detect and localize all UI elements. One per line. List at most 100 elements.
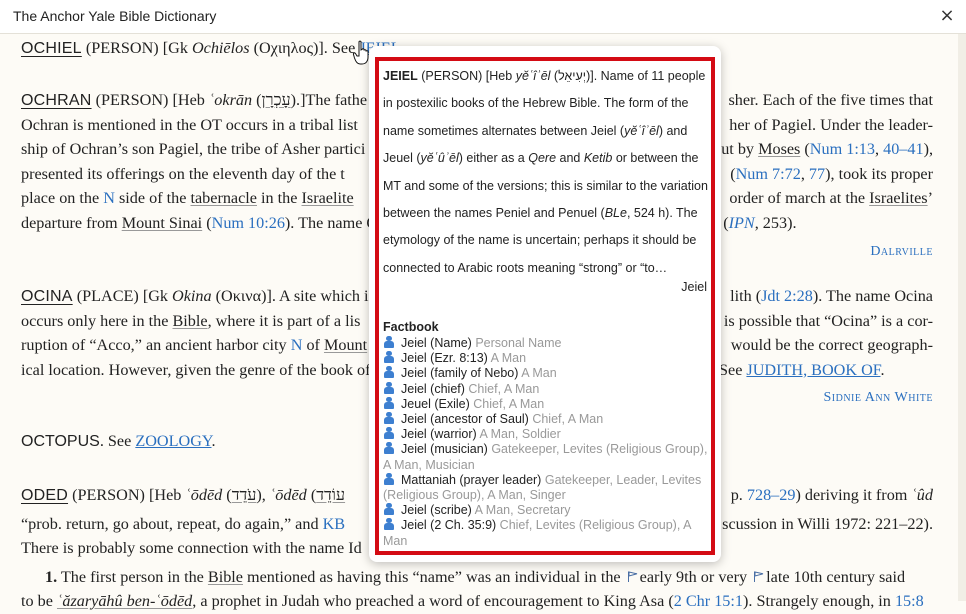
ref-77[interactable]: 77 xyxy=(809,165,825,183)
term-mount-sinai[interactable]: Mount Sinai xyxy=(122,214,203,232)
text-span: ical location. However, given the genre … xyxy=(21,360,371,379)
person-icon xyxy=(383,336,395,348)
fact-name: Jeiel (Name) xyxy=(401,336,472,350)
fact-name: Jeiel (family of Nebo) xyxy=(401,366,519,381)
text-span: ), xyxy=(256,486,270,504)
hebrew-root: ʿûd xyxy=(911,486,933,504)
popup-signature: Jeiel xyxy=(681,280,707,294)
map-link-north[interactable]: N xyxy=(291,336,303,354)
factbook-item[interactable]: Jeiel (family of Nebo) A Man xyxy=(383,366,709,381)
ref-num-7-72[interactable]: Num 7:72 xyxy=(736,165,801,183)
entry-type: (PERSON) xyxy=(95,91,169,109)
term-bible[interactable]: Bible xyxy=(208,568,243,586)
term-tabernacle[interactable]: tabernacle xyxy=(190,189,257,207)
text-span: is possible that “Ocina” is a cor- xyxy=(723,311,933,330)
factbook-item[interactable]: Jeiel (musician) Gatekeeper, Levites (Re… xyxy=(383,442,709,472)
hand-cursor-icon xyxy=(352,40,369,65)
term-israelite[interactable]: Israelite xyxy=(302,189,354,207)
factbook-item[interactable]: Jeiel (warrior) A Man, Soldier xyxy=(383,427,709,442)
text-span: )]. A site which is xyxy=(261,287,375,305)
popup-preview[interactable]: JEIEL (PERSON) [Heb yĕʿîʾēl (יְעִיאֵל)].… xyxy=(369,46,721,562)
popup-headword: JEIEL xyxy=(383,69,418,83)
person-icon xyxy=(383,381,395,394)
text-span: “prob. return, go about, repeat, do agai… xyxy=(21,514,323,533)
person-icon xyxy=(383,351,395,364)
text-span: scussion in Willi 1972: 221–22). xyxy=(722,514,933,533)
factbook-item[interactable]: Jeiel (scribe) A Man, Secretary xyxy=(383,503,709,518)
text-span: Ochran is mentioned in the OT occurs in … xyxy=(21,115,358,134)
ref-num-40-41[interactable]: 40–41 xyxy=(883,140,923,158)
title-bar: The Anchor Yale Bible Dictionary × xyxy=(0,0,966,34)
ref-num-10-26[interactable]: Num 10:26 xyxy=(212,214,285,232)
hebrew-transliteration: yĕʿîʾēl xyxy=(624,123,659,138)
ref-728-29[interactable]: 728–29 xyxy=(747,486,796,504)
window-title: The Anchor Yale Bible Dictionary xyxy=(13,8,217,24)
text-span: side of the xyxy=(114,189,191,207)
fact-desc: A Man, Soldier xyxy=(479,427,561,442)
close-icon[interactable]: × xyxy=(936,5,958,27)
ref-jdt-2-28[interactable]: Jdt 2:28 xyxy=(761,287,813,305)
factbook-item[interactable]: Jeiel (chief) Chief, A Man xyxy=(383,381,709,397)
map-link-north[interactable]: N xyxy=(103,189,115,207)
text-span: . xyxy=(211,432,216,450)
fact-name: Jeiel (scribe) xyxy=(401,503,472,518)
person-icon xyxy=(383,396,395,409)
term-mount[interactable]: Mount xyxy=(324,336,367,354)
text-span: in the xyxy=(256,189,302,207)
transliteration-phrase[interactable]: ʿăzaryāhû ben-ʿōdēd xyxy=(57,592,192,610)
factbook-item[interactable]: Mattaniah (prayer leader) Gatekeeper, Le… xyxy=(383,472,709,503)
term-moses[interactable]: Moses xyxy=(758,140,800,158)
ref-ipn[interactable]: IPN xyxy=(729,214,755,232)
see-link-judith[interactable]: JUDITH, BOOK OF xyxy=(746,361,880,379)
text-span: ) deriving it from xyxy=(795,486,912,504)
ref-ble: BLe xyxy=(604,206,627,221)
see-link-zoology[interactable]: ZOOLOGY xyxy=(135,432,211,450)
person-icon xyxy=(383,442,395,455)
flag-icon[interactable] xyxy=(627,570,638,582)
flag-icon[interactable] xyxy=(753,570,764,582)
popup-highlight-frame: JEIEL (PERSON) [Heb yĕʿîʾēl (יְעִיאֵל)].… xyxy=(375,57,715,555)
text-span: ( xyxy=(252,91,262,109)
factbook-item[interactable]: Jeiel (ancestor of Saul) Chief, A Man xyxy=(383,412,709,427)
author-signature[interactable]: Dalrville xyxy=(870,240,933,265)
text-span: ( xyxy=(211,287,222,305)
term-israelites[interactable]: Israelites xyxy=(869,189,927,207)
fact-name: Jeiel (chief) xyxy=(401,381,465,396)
text-span: ). Strangely enough, in xyxy=(742,592,895,610)
text-span: , a prophet in Judah who preached a word… xyxy=(192,592,674,610)
headword-octopus: OCTOPUS xyxy=(21,433,100,450)
term-bible[interactable]: Bible xyxy=(172,312,207,330)
fact-name: Jeiel (musician) xyxy=(401,442,488,457)
person-icon xyxy=(383,412,395,425)
fact-name: Jeuel (Exile) xyxy=(401,396,470,411)
fact-desc: A Man, Secretary xyxy=(474,503,571,518)
text-span: [Gk xyxy=(162,39,192,57)
ref-2-chr-15-1[interactable]: 2 Chr 15:1 xyxy=(674,592,743,610)
text-span: p. xyxy=(730,486,747,504)
hebrew-word[interactable]: עוֹדֵד xyxy=(316,486,345,504)
fact-name: Jeiel (Ezr. 8:13) xyxy=(401,351,488,366)
hebrew-word[interactable]: עֹדֵד xyxy=(232,486,257,504)
text-span: ) either as a xyxy=(458,151,529,166)
hebrew-word[interactable]: עָכְרָן xyxy=(262,91,291,109)
author-signature[interactable]: Sidnie Ann White xyxy=(823,386,933,411)
scrollbar[interactable] xyxy=(958,34,966,601)
factbook-title: Factbook xyxy=(383,320,439,334)
entry-type: (PERSON) xyxy=(85,39,159,57)
factbook-item[interactable]: Jeuel (Exile) Chief, A Man xyxy=(383,396,709,412)
ref-15-8[interactable]: 15:8 xyxy=(895,592,924,610)
hebrew-transliteration: ʿōdēd xyxy=(269,486,307,504)
text-span: (PERSON) [Heb xyxy=(417,69,516,83)
fact-name: Jeiel (ancestor of Saul) xyxy=(401,412,529,427)
greek-word: Οκινα xyxy=(221,287,262,305)
factbook-item[interactable]: Jeiel (Ezr. 8:13) A Man xyxy=(383,351,709,366)
text-span: of xyxy=(302,336,324,354)
text-span: ( xyxy=(800,140,810,158)
person-icon xyxy=(383,427,395,440)
fact-desc: Personal Name xyxy=(475,336,562,350)
ref-kb[interactable]: KB xyxy=(323,515,346,533)
factbook-item[interactable]: Jeiel (2 Ch. 35:9) Chief, Levites (Relig… xyxy=(383,518,709,548)
ref-num-1-13[interactable]: Num 1:13 xyxy=(810,140,875,158)
text-span: , xyxy=(875,140,884,158)
factbook-item[interactable]: Jeiel (Name) Personal Name xyxy=(383,336,709,351)
